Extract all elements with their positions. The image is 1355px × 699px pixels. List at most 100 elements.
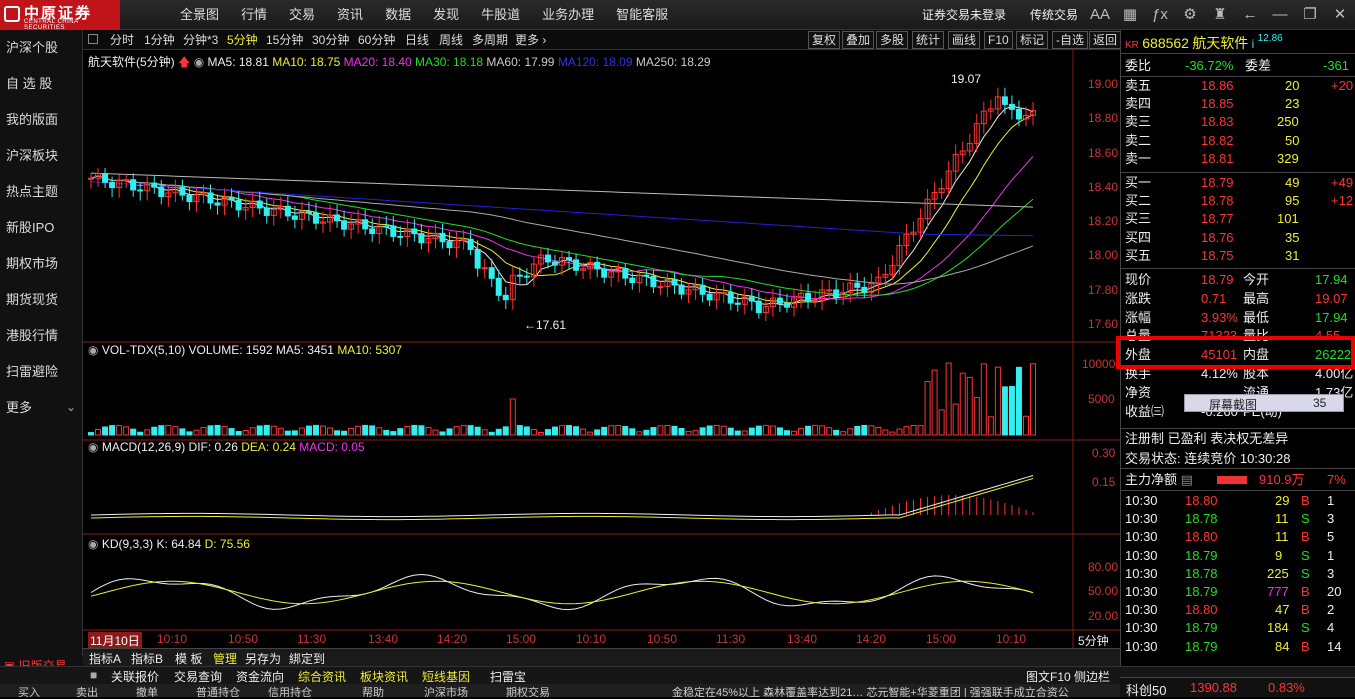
tab-template[interactable]: 模 板 — [175, 650, 202, 667]
sidebar-item-stocks[interactable]: 沪深个股 — [6, 30, 58, 66]
order-row[interactable]: 卖四 18.85 23 — [1125, 95, 1299, 113]
login-status[interactable]: 证券交易未登录 — [922, 0, 1006, 30]
back-icon[interactable]: ← — [1240, 5, 1260, 25]
grid-icon[interactable]: ▦ — [1120, 5, 1140, 25]
sidebar-item-layout[interactable]: 我的版面 — [6, 102, 58, 138]
news-ticker[interactable]: 金稳定在45%以上 森林覆盖率达到21… 芯元智能+华菱重团 | 强强联手成立合… — [672, 684, 1122, 697]
order-row[interactable]: 卖一 18.81 329 — [1125, 150, 1299, 168]
index-bar[interactable]: 科创50 1390.88 0.83% — [1120, 677, 1355, 698]
tab-indicator-a[interactable]: 指标A — [89, 650, 121, 667]
buy-button[interactable]: 买入 — [18, 684, 40, 697]
tab-indicator-b[interactable]: 指标B — [131, 650, 163, 667]
period-more[interactable]: 更多 › — [515, 32, 546, 48]
menu-data[interactable]: 数据 — [385, 7, 411, 22]
multi-stock-button[interactable]: 多股 — [876, 31, 909, 49]
close-icon[interactable]: ✕ — [1330, 5, 1350, 25]
menu-trade[interactable]: 交易 — [289, 7, 315, 22]
menu-news[interactable]: 资讯 — [337, 7, 363, 22]
sidebar-item-more[interactable]: 更多 — [6, 390, 32, 426]
period-day[interactable]: 日线 — [405, 32, 429, 48]
font-size-icon[interactable]: AA — [1090, 5, 1110, 25]
stats-button[interactable]: 统计 — [912, 31, 945, 49]
cancel-order-button[interactable]: 撤单 — [136, 684, 158, 697]
restore-icon[interactable]: ❐ — [1300, 5, 1320, 25]
tab-fund-flow[interactable]: 资金流向 — [236, 668, 284, 685]
period-week[interactable]: 周线 — [439, 32, 463, 48]
price-tick: 18.00 — [1088, 248, 1119, 262]
add-watch-button[interactable]: -自选 — [1052, 31, 1088, 49]
order-row[interactable]: 买四 18.76 35 — [1125, 229, 1299, 247]
volume-bar — [917, 425, 924, 436]
quote-value2: 17.94 — [1315, 272, 1348, 287]
formula-icon[interactable]: ƒx — [1150, 5, 1170, 25]
overlay-button[interactable]: 叠加 — [842, 31, 875, 49]
market-button[interactable]: 沪深市场 — [424, 684, 468, 697]
period-15m[interactable]: 15分钟 — [266, 32, 303, 48]
menu-overview[interactable]: 全景图 — [180, 7, 219, 22]
help-button[interactable]: 帮助 — [362, 684, 384, 697]
menu-service[interactable]: 智能客服 — [616, 7, 668, 22]
order-row[interactable]: 卖三 18.83 250 — [1125, 113, 1299, 131]
tab-manage[interactable]: 管理 — [213, 650, 237, 667]
sidebar-item-futures[interactable]: 期货现货 — [6, 282, 58, 318]
credit-position-button[interactable]: 信用持仓 — [268, 684, 312, 697]
screenshot-tooltip[interactable]: 屏幕截图 35 — [1184, 394, 1344, 412]
order-row[interactable]: 买三 18.77 101 — [1125, 210, 1299, 228]
tab-risk-scan[interactable]: 扫雷宝 — [490, 668, 526, 685]
sidebar-item-risk[interactable]: 扫雷避险 — [6, 354, 58, 390]
f10-sidebar-toggle[interactable]: 图文F10 侧边栏 — [1026, 668, 1110, 685]
sidebar-item-themes[interactable]: 热点主题 — [6, 174, 58, 210]
tab-related-quotes[interactable]: 关联报价 — [111, 668, 159, 685]
trade-mode[interactable]: 传统交易 — [1030, 0, 1078, 30]
period-tag[interactable]: 5分钟 — [1078, 632, 1109, 649]
tab-short-gene[interactable]: 短线基因 — [422, 668, 470, 685]
period-tick[interactable]: 分时 — [110, 32, 134, 48]
period-1m[interactable]: 1分钟 — [144, 32, 175, 48]
mark-button[interactable]: 标记 — [1016, 31, 1049, 49]
sidebar-item-ipo[interactable]: 新股IPO — [6, 210, 54, 246]
sidebar-item-watchlist[interactable]: 自 选 股 — [6, 66, 52, 102]
draw-button[interactable]: 画线 — [948, 31, 981, 49]
menu-discover[interactable]: 发现 — [433, 7, 459, 22]
option-trade-button[interactable]: 期权交易 — [506, 684, 550, 697]
flow-icon[interactable]: ▤ — [1181, 472, 1193, 487]
period-5m[interactable]: 5分钟 — [227, 32, 258, 48]
order-row[interactable]: 买二 18.78 95 +12 — [1125, 192, 1353, 210]
sidebar-item-sectors[interactable]: 沪深板块 — [6, 138, 58, 174]
adjust-button[interactable]: 复权 — [808, 31, 841, 49]
sidebar-item-options[interactable]: 期权市场 — [6, 246, 58, 282]
skin-icon[interactable]: ♜ — [1210, 5, 1230, 25]
weibi-value: -36.72% — [1185, 58, 1234, 73]
order-row[interactable]: 买一 18.79 49 +49 — [1125, 174, 1353, 192]
order-row[interactable]: 卖五 18.86 20 +20 — [1125, 77, 1353, 95]
tab-sector-news[interactable]: 板块资讯 — [360, 668, 408, 685]
period-multi[interactable]: 多周期 — [472, 32, 508, 48]
order-row[interactable]: 买五 18.75 31 — [1125, 247, 1299, 265]
tab-save-as[interactable]: 另存为 — [245, 650, 281, 667]
tab-news[interactable]: 综合资讯 — [298, 668, 346, 685]
back-button[interactable]: 返回 — [1089, 31, 1122, 49]
sell-button[interactable]: 卖出 — [76, 684, 98, 697]
period-m3[interactable]: 分钟*3 — [183, 32, 218, 48]
menu-quotes[interactable]: 行情 — [241, 7, 267, 22]
circle-icon[interactable]: ◉ — [88, 440, 98, 454]
toggle-icon[interactable] — [88, 34, 98, 44]
f10-button[interactable]: F10 — [984, 31, 1013, 49]
tab-bind-to[interactable]: 綁定到 — [289, 650, 325, 667]
brand-logo[interactable]: 中原证券 CENTRAL CHINA SECURITIES — [0, 0, 120, 31]
period-60m[interactable]: 60分钟 — [358, 32, 395, 48]
period-30m[interactable]: 30分钟 — [312, 32, 349, 48]
tab-trade-query[interactable]: 交易查询 — [174, 668, 222, 685]
info-icon[interactable]: i — [1252, 37, 1255, 51]
menu-bull[interactable]: 牛股道 — [481, 7, 520, 22]
tick-side: S — [1301, 511, 1310, 527]
menu-business[interactable]: 业务办理 — [542, 7, 594, 22]
circle-icon[interactable]: ◉ — [194, 55, 204, 69]
circle-icon[interactable]: ◉ — [88, 537, 98, 551]
gear-icon[interactable]: ⚙ — [1180, 5, 1200, 25]
position-button[interactable]: 普通持仓 — [196, 684, 240, 697]
order-row[interactable]: 卖二 18.82 50 — [1125, 132, 1299, 150]
sidebar-item-hk[interactable]: 港股行情 — [6, 318, 58, 354]
minimize-icon[interactable]: — — [1270, 5, 1290, 25]
circle-icon[interactable]: ◉ — [88, 343, 98, 357]
